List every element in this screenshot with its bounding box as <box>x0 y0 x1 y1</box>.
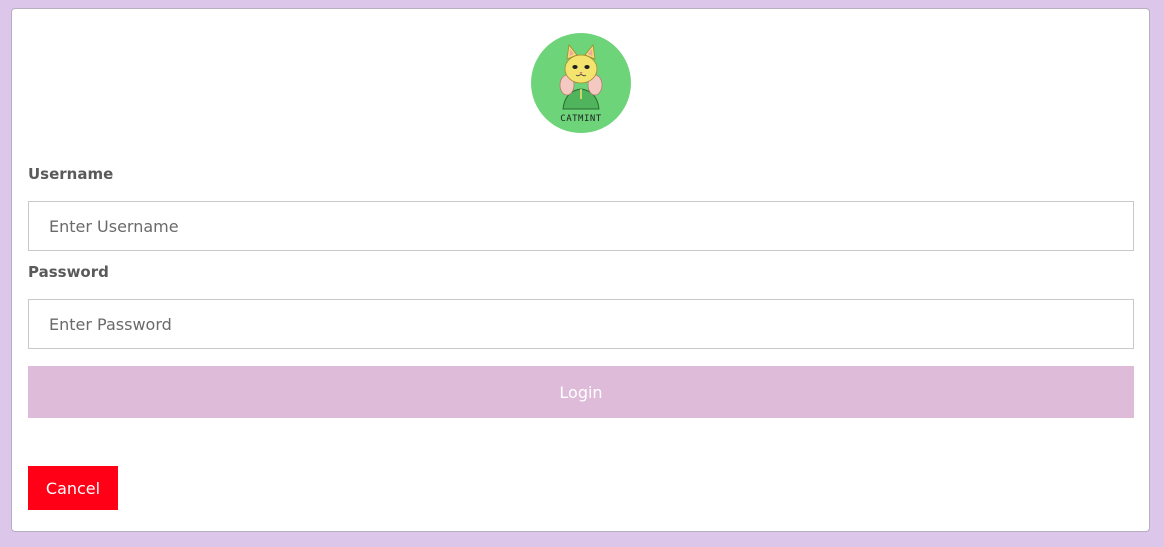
catmint-logo: CATMINT <box>531 33 631 133</box>
login-card: CATMINT Username Password Login Cancel <box>11 8 1150 532</box>
username-input[interactable] <box>28 201 1134 251</box>
login-button[interactable]: Login <box>28 366 1134 418</box>
username-label: Username <box>28 165 114 183</box>
cancel-button[interactable]: Cancel <box>28 466 118 510</box>
password-input[interactable] <box>28 299 1134 349</box>
password-label: Password <box>28 263 109 281</box>
svg-text:CATMINT: CATMINT <box>560 114 602 124</box>
catmint-cat-logo-icon: CATMINT <box>531 33 631 133</box>
